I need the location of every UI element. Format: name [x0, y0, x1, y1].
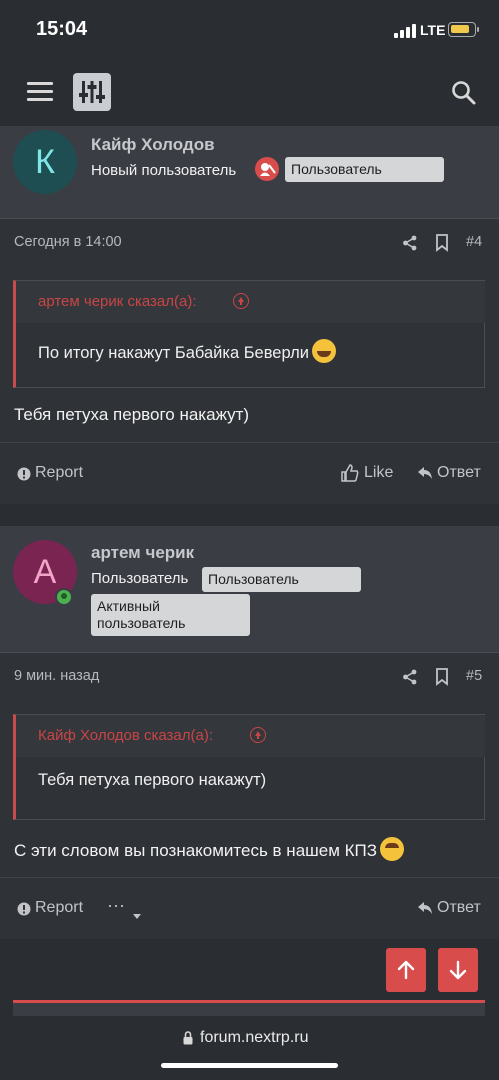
url-domain[interactable]: forum.nextrp.ru: [200, 1029, 308, 1047]
chevron-down-icon[interactable]: [133, 906, 141, 924]
scroll-up-button[interactable]: [386, 948, 426, 992]
post-user-panel: А артем черик Пользователь Пользователь …: [0, 526, 499, 652]
post-number[interactable]: #5: [466, 668, 482, 684]
signal-icon: [394, 24, 416, 38]
battery-icon: [448, 22, 479, 37]
like-button[interactable]: Like: [364, 464, 393, 482]
quote-block: артем черик сказал(а): По итогу накажут …: [13, 280, 485, 388]
browser-url-bar[interactable]: forum.nextrp.ru: [0, 1016, 499, 1080]
reply-button[interactable]: Ответ: [437, 464, 481, 482]
role-badge: Пользователь: [285, 157, 444, 182]
upside-down-emoji-icon: [380, 837, 405, 861]
bookmark-icon[interactable]: [435, 234, 449, 252]
ban-icon: [255, 157, 279, 181]
quote-header: Кайф Холодов сказал(а):: [16, 715, 485, 757]
post-body: Кайф Холодов сказал(а): Тебя петуха перв…: [0, 702, 499, 877]
quote-jump-icon[interactable]: [250, 727, 266, 743]
top-nav: [0, 60, 499, 126]
quote-header: артем черик сказал(а):: [16, 281, 485, 323]
online-status-icon: [55, 588, 73, 606]
post-footer: Report Like Ответ: [0, 442, 499, 504]
user-title: Пользователь: [91, 570, 189, 587]
quote-text: Тебя петуха первого накажут): [38, 771, 267, 789]
report-icon[interactable]: [17, 902, 31, 921]
like-icon[interactable]: [341, 464, 359, 487]
quote-block: Кайф Холодов сказал(а): Тебя петуха перв…: [13, 714, 485, 820]
more-button[interactable]: ···: [107, 895, 125, 916]
share-icon[interactable]: [402, 669, 418, 685]
thread-content: К Кайф Холодов Новый пользователь Пользо…: [0, 126, 499, 1016]
message-text-content: С эти словом вы познакомитесь в нашем КП…: [14, 841, 378, 860]
report-icon[interactable]: [17, 467, 31, 486]
search-icon[interactable]: [451, 80, 477, 106]
role-badge: Активный пользователь: [91, 594, 250, 636]
post-meta: Сегодня в 14:00 #4: [0, 218, 499, 268]
username[interactable]: Кайф Холодов: [91, 135, 215, 155]
role-badge: Пользователь: [202, 567, 361, 592]
share-icon[interactable]: [402, 235, 418, 251]
sliders-logo-icon[interactable]: [73, 73, 111, 111]
status-bar: 15:04 LTE: [0, 0, 499, 60]
report-button[interactable]: Report: [35, 464, 83, 482]
quote-author[interactable]: артем черик сказал(а):: [38, 293, 197, 310]
quote-jump-icon[interactable]: [233, 293, 249, 309]
post-body: артем черик сказал(а): По итогу накажут …: [0, 268, 499, 443]
post-footer: Report ··· Ответ: [0, 877, 499, 939]
post-date[interactable]: 9 мин. назад: [14, 668, 99, 684]
username[interactable]: артем черик: [91, 543, 194, 563]
lock-icon: [183, 1031, 193, 1045]
message-text: С эти словом вы познакомитесь в нашем КП…: [14, 837, 405, 861]
message-text: Тебя петуха первого накажут): [14, 405, 250, 424]
post-separator: [0, 504, 499, 526]
quote-author[interactable]: Кайф Холодов сказал(а):: [38, 727, 213, 744]
quote-text: По итогу накажут Бабайка Беверли: [38, 339, 336, 363]
scroll-down-button[interactable]: [438, 948, 478, 992]
reply-editor-toolbar[interactable]: [13, 1000, 485, 1016]
avatar[interactable]: К: [13, 130, 77, 194]
status-time: 15:04: [36, 18, 88, 40]
hamburger-icon[interactable]: [27, 82, 53, 102]
bookmark-icon[interactable]: [435, 668, 449, 686]
post-number[interactable]: #4: [466, 234, 482, 250]
battery-fill: [451, 25, 469, 33]
reply-icon[interactable]: [418, 467, 433, 485]
report-button[interactable]: Report: [35, 899, 83, 917]
user-title: Новый пользователь: [91, 162, 237, 179]
post-meta: 9 мин. назад #5: [0, 652, 499, 702]
home-indicator[interactable]: [161, 1063, 338, 1068]
post-user-panel: К Кайф Холодов Новый пользователь Пользо…: [0, 126, 499, 218]
laughing-emoji-icon: [311, 339, 336, 363]
network-type: LTE: [420, 22, 446, 38]
reply-button[interactable]: Ответ: [437, 899, 481, 917]
quote-text-content: По итогу накажут Бабайка Беверли: [38, 344, 309, 362]
reply-icon[interactable]: [418, 902, 433, 920]
post-date[interactable]: Сегодня в 14:00: [14, 234, 122, 250]
